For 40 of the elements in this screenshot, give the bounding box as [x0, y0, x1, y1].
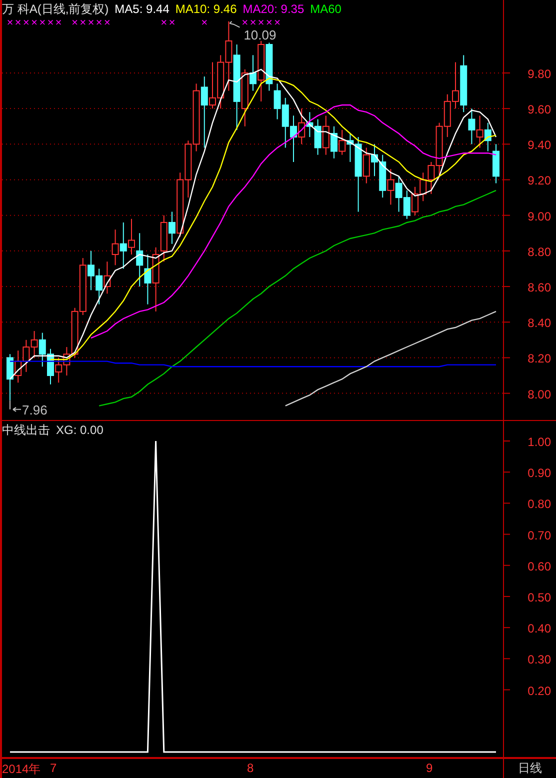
value-label: 0.50 — [528, 590, 551, 604]
value-label: 0.20 — [528, 684, 551, 698]
signal-marks: ××××××× — [6, 18, 64, 30]
value-label: 0.40 — [528, 622, 551, 636]
price-label: 9.40 — [528, 138, 551, 152]
moving-average-label: MA20: 9.35 — [242, 2, 304, 16]
price-label: 8.00 — [528, 387, 551, 402]
price-label: 9.80 — [528, 66, 551, 81]
value-label: 0.30 — [528, 652, 551, 667]
period-label: 日线 — [518, 760, 542, 777]
indicator-reading: XG: 0.00 — [56, 423, 104, 437]
price-label: 9.60 — [528, 102, 551, 117]
value-label: 1.00 — [528, 435, 551, 449]
moving-average-label: MA10: 9.46 — [175, 2, 237, 16]
date-label: 2014年 — [2, 761, 41, 778]
leader-line — [229, 20, 240, 28]
indicator-title: 中线出击 — [2, 422, 50, 438]
signal-marks: ×× — [160, 18, 177, 30]
moving-average-label: MA5: 9.44 — [114, 2, 170, 16]
price-label: 8.40 — [528, 316, 551, 330]
date-label: 9 — [426, 761, 433, 775]
signal-marks: × — [201, 18, 210, 30]
stock-title: 万 科A(日线,前复权) — [2, 0, 109, 18]
value-label: 0.90 — [528, 466, 551, 480]
moving-average-label: MA60 — [310, 2, 342, 16]
value-label: 0.80 — [528, 497, 551, 512]
signal-marks: ××××× — [72, 18, 112, 30]
price-label: 9.00 — [528, 209, 551, 224]
price-label: 9.20 — [528, 174, 551, 188]
signal-marks: ××××× — [242, 18, 282, 30]
value-label: 0.60 — [528, 559, 551, 574]
price-label: 8.60 — [528, 280, 551, 295]
leader-line — [10, 400, 22, 412]
date-label: 8 — [247, 761, 254, 775]
date-label: 7 — [50, 761, 57, 775]
high-price-label: 10.09 — [244, 27, 276, 42]
value-label: 0.70 — [528, 528, 551, 542]
price-label: 8.80 — [528, 244, 551, 259]
price-label: 8.20 — [528, 352, 551, 366]
low-price-label: 7.96 — [22, 402, 48, 418]
